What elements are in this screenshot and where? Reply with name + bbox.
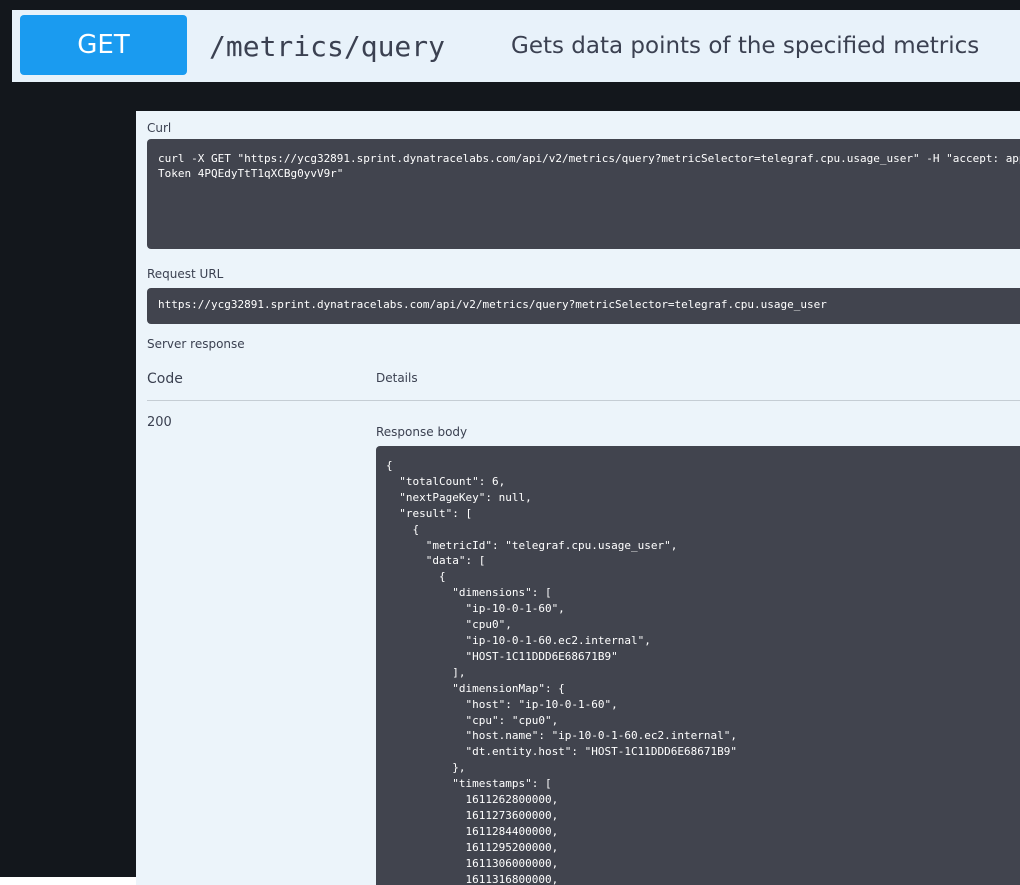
response-body-json: { "totalCount": 6, "nextPageKey": null, … xyxy=(386,459,737,885)
operation-header[interactable]: GET /metrics/query Gets data points of t… xyxy=(12,10,1020,82)
server-response-label: Server response xyxy=(147,337,245,351)
endpoint-summary: Gets data points of the specified metric… xyxy=(511,33,980,59)
details-column-header: Details xyxy=(376,371,418,385)
endpoint-path: /metrics/query xyxy=(209,30,446,63)
request-url-label: Request URL xyxy=(147,267,224,281)
code-column-header: Code xyxy=(147,371,183,387)
request-url-block[interactable]: https://ycg32891.sprint.dynatracelabs.co… xyxy=(147,288,1020,324)
response-body-block[interactable]: { "totalCount": 6, "nextPageKey": null, … xyxy=(376,446,1020,885)
curl-label: Curl xyxy=(147,121,172,135)
table-divider xyxy=(147,400,1020,401)
curl-command-line-1: curl -X GET "https://ycg32891.sprint.dyn… xyxy=(158,152,1020,165)
window-bottom-strip xyxy=(0,877,136,885)
http-method-badge: GET xyxy=(20,15,187,75)
request-url: https://ycg32891.sprint.dynatracelabs.co… xyxy=(158,298,827,311)
status-code: 200 xyxy=(147,415,172,430)
curl-code-block[interactable]: curl -X GET "https://ycg32891.sprint.dyn… xyxy=(147,139,1020,249)
responses-panel: Curl curl -X GET "https://ycg32891.sprin… xyxy=(136,111,1020,885)
curl-command: curl -X GET "https://ycg32891.sprint.dyn… xyxy=(158,151,1020,181)
response-body-label: Response body xyxy=(376,425,468,439)
curl-command-line-2: Token 4PQEdyTtT1qXCBg0yvV9r" xyxy=(158,167,344,180)
